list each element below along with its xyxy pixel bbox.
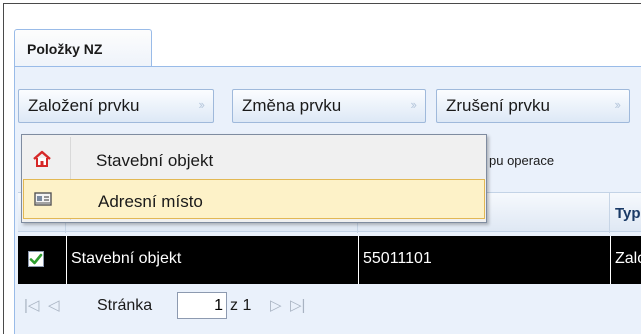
row-divider <box>358 236 359 284</box>
cell-code: 55011101 <box>363 250 432 267</box>
chevron-right-icon: ›› <box>614 97 621 112</box>
page-count: z 1 <box>230 297 252 314</box>
pager: |◁ ◁ Stránka z 1 ▷ ▷| <box>18 287 641 325</box>
row-divider <box>66 236 67 284</box>
create-element-label: Založení prvku <box>28 96 140 115</box>
header-column-type[interactable]: Typ <box>615 205 641 222</box>
last-page-icon[interactable]: ▷| <box>290 296 305 314</box>
next-page-icon[interactable]: ▷ <box>270 296 282 314</box>
change-element-button[interactable]: Změna prvku ›› <box>232 89 426 123</box>
checkmark-icon <box>29 253 43 265</box>
cancel-element-button[interactable]: Zrušení prvku ›› <box>436 89 630 123</box>
house-icon <box>33 150 51 167</box>
table-row[interactable]: Stavební objekt 55011101 Zalo <box>18 236 641 284</box>
window-frame: Položky NZ Založení prvku ›› Změna prvku… <box>3 3 641 334</box>
row-checkbox[interactable] <box>28 251 44 267</box>
tab-strip: Položky NZ <box>4 4 641 67</box>
chevron-right-icon: ›› <box>198 97 205 112</box>
menu-item-address-point[interactable]: Adresní místo <box>23 179 485 219</box>
menu-item-label: Stavební objekt <box>96 151 214 170</box>
menu-item-building[interactable]: Stavební objekt <box>22 139 486 181</box>
page-label: Stránka <box>97 297 153 314</box>
first-page-icon[interactable]: |◁ <box>24 296 39 314</box>
menu-item-label: Adresní místo <box>98 192 203 211</box>
cell-object: Stavební objekt <box>71 250 182 267</box>
previous-page-icon[interactable]: ◁ <box>48 296 60 314</box>
chevron-right-icon: ›› <box>410 97 417 112</box>
page-number-input[interactable] <box>177 292 227 319</box>
tab-polozky-nz[interactable]: Položky NZ <box>14 29 152 67</box>
tab-label: Položky NZ <box>27 40 103 57</box>
create-element-dropdown-menu: Stavební objekt Adresní místo <box>21 134 487 223</box>
operation-hint-text: pu operace <box>489 153 555 168</box>
cell-type: Zalo <box>615 250 641 267</box>
create-element-button[interactable]: Založení prvku ›› <box>18 89 214 123</box>
change-element-label: Změna prvku <box>242 96 342 115</box>
cancel-element-label: Zrušení prvku <box>446 96 550 115</box>
address-card-icon <box>34 192 52 206</box>
row-divider <box>610 236 611 284</box>
